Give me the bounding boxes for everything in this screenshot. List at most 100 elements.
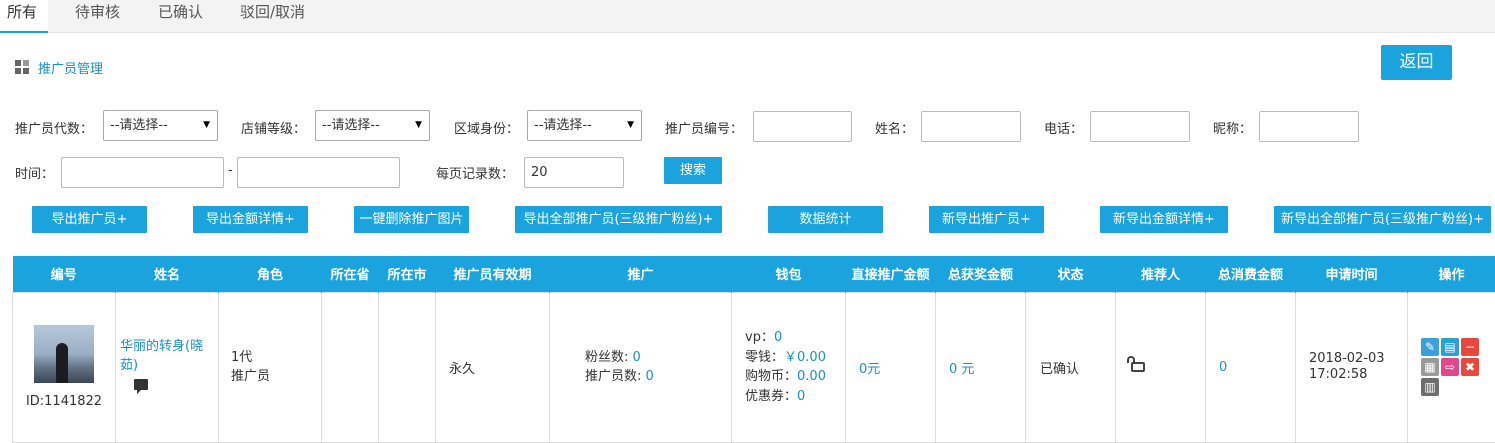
message-icon[interactable] — [134, 379, 148, 390]
coin-value[interactable]: 0.00 — [797, 369, 826, 384]
coupon-value[interactable]: 0 — [797, 389, 805, 404]
export-amount-details-button[interactable]: 导出金额详情+ — [193, 206, 308, 233]
col-header-name: 姓名 — [116, 256, 219, 292]
time-separator: - — [228, 163, 233, 178]
tab-all[interactable]: 所有 — [0, 0, 48, 33]
time-label: 时间： — [15, 163, 54, 182]
promoters-label: 推广员数: — [585, 369, 641, 384]
nickname-input[interactable] — [1259, 111, 1359, 142]
store-select-value: --请选择-- — [322, 118, 380, 133]
time-start-input[interactable] — [61, 157, 224, 188]
data-stats-button[interactable]: 数据统计 — [768, 206, 883, 233]
promoter-table: 编号 姓名 角色 所在省 所在市 推广员有效期 推广 钱包 直接推广金额 总获奖… — [12, 256, 1495, 443]
nickname-label: 昵称： — [1213, 118, 1252, 137]
col-header-direct-amount: 直接推广金额 — [846, 256, 936, 292]
role-level: 1代 — [231, 348, 321, 367]
col-header-id: 编号 — [13, 256, 116, 292]
name-input[interactable] — [921, 111, 1021, 142]
region-select[interactable]: --请选择-- ▼ — [527, 110, 642, 141]
name-label: 姓名： — [875, 118, 914, 137]
cell-validity: 永久 — [436, 292, 550, 442]
search-button[interactable]: 搜索 — [664, 157, 722, 184]
transfer-icon[interactable]: ⇨ — [1441, 358, 1459, 376]
breadcrumb: 推广员管理 — [15, 58, 103, 77]
region-label: 区域身份： — [454, 118, 519, 137]
delete-promo-images-button[interactable]: 一键删除推广图片 — [354, 206, 469, 233]
trash-icon[interactable]: ▥ — [1421, 378, 1439, 396]
new-export-promoters-button[interactable]: 新导出推广员+ — [929, 206, 1044, 233]
coupon-label: 优惠券： — [745, 389, 797, 404]
return-button[interactable]: 返回 — [1381, 45, 1452, 80]
col-header-status: 状态 — [1026, 256, 1116, 292]
table-row: ID:1141822 华丽的转身(晓茹) 1代 推广员 永久 粉丝数: 0 推广… — [13, 292, 1495, 442]
fans-count[interactable]: 0 — [633, 350, 641, 365]
cell-city — [379, 292, 436, 442]
col-header-total-award: 总获奖金额 — [936, 256, 1026, 292]
phone-label: 电话： — [1044, 118, 1083, 137]
col-header-promotion: 推广 — [550, 256, 732, 292]
store-select[interactable]: --请选择-- ▼ — [315, 110, 430, 141]
store-label: 店铺等级： — [241, 118, 306, 137]
cell-actions: ✎▤− ▦⇨✖ ▥ — [1408, 292, 1495, 442]
fans-label: 粉丝数: — [585, 350, 628, 365]
col-header-wallet: 钱包 — [732, 256, 846, 292]
apply-time: 17:02:58 — [1309, 367, 1407, 383]
edit-icon[interactable]: ✎ — [1421, 338, 1439, 356]
cell-wallet: vp：0 零钱：￥0.00 购物币：0.00 优惠券：0 — [732, 292, 846, 442]
table-header-row: 编号 姓名 角色 所在省 所在市 推广员有效期 推广 钱包 直接推广金额 总获奖… — [13, 256, 1495, 292]
new-export-all-promoters-button[interactable]: 新导出全部推广员(三级推广粉丝)+ — [1274, 206, 1491, 233]
tab-bar: 所有 待审核 已确认 驳回/取消 — [0, 0, 1495, 33]
promoter-id-input[interactable] — [753, 111, 852, 142]
level-select[interactable]: --请选择-- ▼ — [103, 110, 218, 141]
qrcode-icon[interactable]: ▦ — [1421, 358, 1439, 376]
col-header-total-spend: 总消费金额 — [1206, 256, 1296, 292]
tab-pending[interactable]: 待审核 — [75, 0, 120, 33]
dropdown-arrow-icon: ▼ — [627, 111, 634, 140]
cell-total-spend[interactable]: 0 — [1206, 292, 1296, 442]
promoter-name-link[interactable]: 华丽的转身(晓茹) — [120, 337, 218, 375]
coin-label: 购物币： — [745, 369, 797, 384]
breadcrumb-label[interactable]: 推广员管理 — [38, 58, 103, 77]
cell-total-award[interactable]: 0 元 — [936, 292, 1026, 442]
minus-icon[interactable]: − — [1461, 338, 1479, 356]
new-export-amount-details-button[interactable]: 新导出金额详情+ — [1100, 206, 1228, 233]
region-select-value: --请选择-- — [534, 118, 592, 133]
unlock-icon[interactable] — [1131, 362, 1145, 372]
delete-icon[interactable]: ✖ — [1461, 358, 1479, 376]
apply-date: 2018-02-03 — [1309, 351, 1407, 367]
promoters-count[interactable]: 0 — [646, 369, 654, 384]
cell-status: 已确认 — [1026, 292, 1116, 442]
col-header-validity: 推广员有效期 — [436, 256, 550, 292]
change-value[interactable]: ￥0.00 — [784, 350, 826, 365]
perpage-label: 每页记录数： — [436, 163, 514, 182]
tab-confirmed[interactable]: 已确认 — [158, 0, 203, 33]
change-label: 零钱： — [745, 350, 784, 365]
col-header-apply-time: 申请时间 — [1296, 256, 1408, 292]
vp-label: vp： — [745, 330, 774, 345]
cell-name: 华丽的转身(晓茹) — [116, 292, 219, 442]
col-header-actions: 操作 — [1408, 256, 1495, 292]
level-select-value: --请选择-- — [110, 118, 168, 133]
phone-input[interactable] — [1090, 111, 1190, 142]
perpage-input[interactable]: 20 — [524, 157, 624, 188]
cell-role: 1代 推广员 — [219, 292, 322, 442]
note-icon[interactable]: ▤ — [1441, 338, 1459, 356]
col-header-province: 所在省 — [322, 256, 379, 292]
cell-direct-amount[interactable]: 0元 — [846, 292, 936, 442]
avatar[interactable] — [34, 325, 94, 383]
cell-province — [322, 292, 379, 442]
dropdown-arrow-icon: ▼ — [415, 111, 422, 140]
tab-rejected[interactable]: 驳回/取消 — [240, 0, 305, 33]
cell-referrer — [1116, 292, 1206, 442]
grid-icon — [15, 60, 30, 75]
level-label: 推广员代数： — [15, 118, 93, 137]
vp-value[interactable]: 0 — [774, 330, 782, 345]
promoter-id: ID:1141822 — [13, 394, 115, 409]
export-all-promoters-button[interactable]: 导出全部推广员(三级推广粉丝)+ — [515, 206, 722, 233]
col-header-role: 角色 — [219, 256, 322, 292]
export-promoters-button[interactable]: 导出推广员+ — [32, 206, 147, 233]
role-name: 推广员 — [231, 367, 321, 386]
col-header-referrer: 推荐人 — [1116, 256, 1206, 292]
time-end-input[interactable] — [237, 157, 400, 188]
dropdown-arrow-icon: ▼ — [203, 111, 210, 140]
